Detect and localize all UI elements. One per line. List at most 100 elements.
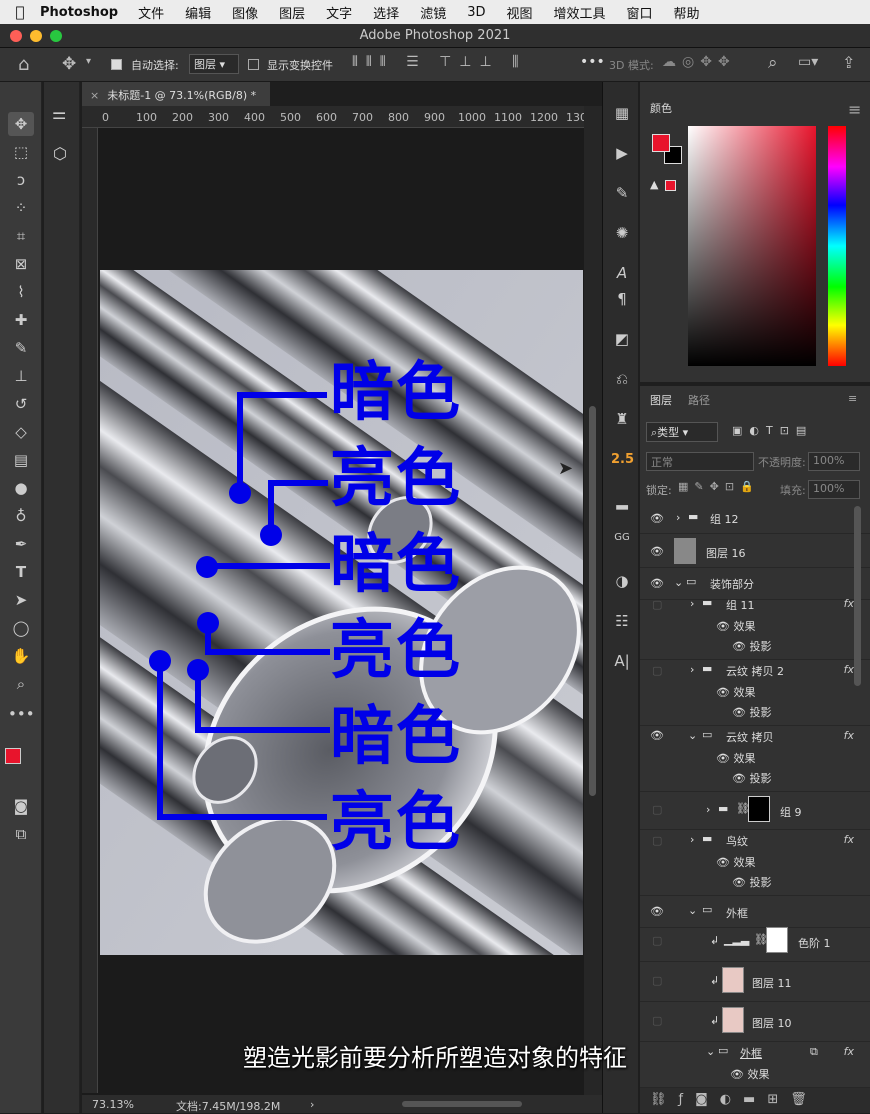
disclosure-icon[interactable]: › [690, 597, 694, 610]
visibility-box[interactable]: ▢ [652, 598, 662, 611]
disclosure-icon[interactable]: › [690, 663, 694, 676]
visibility-box[interactable]: ▢ [652, 834, 662, 847]
auto-select-dropdown[interactable]: 图层 ▾ [189, 54, 239, 74]
align-icons[interactable]: ⫴⫴⫴ ☰ ⊤⊥⊥ ⫼ [352, 54, 527, 70]
gamut-warning-icon[interactable]: ▲ [650, 178, 658, 191]
gamut-warning-swatch[interactable] [665, 180, 676, 191]
menu-filter[interactable]: 滤镜 [420, 3, 446, 22]
quick-mask-icon[interactable]: ◙ [8, 794, 34, 818]
disclosure-icon[interactable]: › [676, 511, 680, 524]
hue-slider[interactable] [828, 126, 846, 366]
layer-filter-dropdown[interactable]: ⌕类型 ▾ [646, 422, 718, 442]
visibility-eye-icon[interactable]: 👁 [650, 512, 664, 525]
lock-icons[interactable]: ▦✎✥⊡🔒 [678, 480, 760, 493]
frame-tool-icon[interactable]: ⊠ [8, 252, 34, 276]
zoom-level[interactable]: 73.13% [92, 1098, 134, 1111]
fx-badge[interactable]: fx [844, 663, 854, 676]
foreground-color-swatch[interactable] [5, 748, 21, 764]
menu-file[interactable]: 文件 [138, 3, 164, 22]
workspace-icon[interactable]: ▭▾ [798, 54, 818, 70]
disclosure-icon[interactable]: ⌄ [688, 904, 697, 917]
menu-type[interactable]: 文字 [326, 3, 352, 22]
layers-tab[interactable]: 图层 [650, 392, 672, 408]
eyedropper-tool-icon[interactable]: ⌇ [8, 280, 34, 304]
history-icon[interactable]: ⎌ [611, 370, 633, 392]
move-tool-icon[interactable]: ✥ [8, 112, 34, 136]
disclosure-icon[interactable]: › [706, 803, 710, 816]
menu-edit[interactable]: 编辑 [185, 3, 211, 22]
panel-menu-icon[interactable]: ≡ [848, 392, 857, 405]
visibility-eye-icon[interactable]: 👁 [650, 577, 664, 590]
move-tool-icon[interactable]: ✥ [62, 54, 76, 74]
properties-icon[interactable]: ⚌ [52, 104, 66, 123]
character-icon[interactable]: A [611, 264, 633, 286]
3d-tools-icons[interactable]: ☁◎✥✥ [662, 54, 736, 70]
fx-badge[interactable]: fx [844, 597, 854, 610]
chevron-down-icon[interactable]: ▾ [86, 56, 91, 67]
layer-row[interactable]: ▢ › ▬ 鸟纹 fx 👁 效果 👁 投影 [640, 830, 870, 896]
menu-select[interactable]: 选择 [373, 3, 399, 22]
brush-settings-icon[interactable]: ✎ [611, 184, 633, 206]
layer-row[interactable]: 👁 图层 16 [640, 534, 870, 568]
quick-select-tool-icon[interactable]: ⁘ [8, 196, 34, 220]
chevron-right-icon[interactable]: › [310, 1098, 314, 1111]
crop-tool-icon[interactable]: ⌗ [8, 224, 34, 248]
menu-plugins[interactable]: 增效工具 [554, 3, 606, 22]
layer-row[interactable]: ▢ › ▬ 云纹 拷贝 2 fx 👁 效果 👁 投影 [640, 660, 870, 726]
opacity-field[interactable]: 100% [808, 452, 860, 471]
filter-icons[interactable]: ▣◐T⊡▤ [732, 424, 813, 437]
visibility-box[interactable]: ▢ [652, 1014, 662, 1027]
show-transform-checkbox[interactable] [248, 57, 259, 70]
pen-tool-icon[interactable]: ✒ [8, 532, 34, 556]
play-icon[interactable]: ▶ [611, 144, 633, 166]
layer-row[interactable]: ▢ › ▬ ⛓ 组 9 [640, 792, 870, 830]
healing-tool-icon[interactable]: ✚ [8, 308, 34, 332]
hand-tool-icon[interactable]: ✋ [8, 644, 34, 668]
layer-row[interactable]: 👁 › ▬ 组 12 [640, 502, 870, 534]
fx-badge[interactable]: fx [844, 833, 854, 846]
visibility-eye-icon[interactable]: 👁 [650, 905, 664, 918]
zoom-tool-icon[interactable]: ⌕ [8, 672, 34, 696]
castle-icon[interactable]: ♜ [611, 410, 633, 432]
auto-select-checkbox[interactable] [111, 57, 122, 70]
color-tab[interactable]: 颜色 [650, 100, 672, 116]
share-icon[interactable]: ⇪ [842, 53, 855, 72]
visibility-eye-icon[interactable]: 👁 [650, 545, 664, 558]
panel-menu-icon[interactable]: ≡ [848, 100, 861, 119]
history-brush-icon[interactable]: ↺ [8, 392, 34, 416]
menu-view[interactable]: 视图 [506, 3, 532, 22]
visibility-box[interactable]: ▢ [652, 664, 662, 677]
sliders-icon[interactable]: ☷ [611, 612, 633, 634]
brush-tool-icon[interactable]: ✎ [8, 336, 34, 360]
visibility-eye-icon[interactable]: 👁 [650, 729, 664, 742]
layers-scroll-thumb[interactable] [854, 506, 861, 686]
disclosure-icon[interactable]: ⌄ [688, 729, 697, 742]
value-badge[interactable]: 2.5 [611, 452, 634, 474]
menu-3d[interactable]: 3D [467, 5, 485, 20]
fx-badge[interactable]: fx [844, 729, 854, 742]
apple-icon[interactable]:  [0, 3, 40, 21]
more-tools-icon[interactable]: ••• [8, 702, 35, 726]
lasso-tool-icon[interactable]: ↄ [8, 168, 34, 192]
color-field[interactable] [688, 126, 816, 366]
menu-window[interactable]: 窗口 [627, 3, 653, 22]
gg-icon[interactable]: GG [611, 532, 633, 554]
visibility-box[interactable]: ▢ [652, 934, 662, 947]
layer-row[interactable]: ▢ ↲ 图层 11 [640, 962, 870, 1002]
layer-row[interactable]: ▢ ↲ ▁▂▃ ⛓ 色阶 1 [640, 922, 870, 962]
eraser-tool-icon[interactable]: ◇ [8, 420, 34, 444]
layer-row[interactable]: 👁 ⌄ ▭ 云纹 拷贝 fx 👁 效果 👁 投影 [640, 726, 870, 792]
marquee-tool-icon[interactable]: ⬚ [8, 140, 34, 164]
search-icon[interactable]: ⌕ [768, 53, 778, 73]
menu-help[interactable]: 帮助 [674, 3, 700, 22]
layer-row[interactable]: ▢ › ▬ 组 11 fx 👁 效果 👁 投影 [640, 594, 870, 660]
adjustments-icon[interactable]: ◑ [611, 572, 633, 594]
paragraph-icon[interactable]: ¶ [611, 290, 633, 312]
visibility-box[interactable]: ▢ [652, 974, 662, 987]
3d-cube-icon[interactable]: ⬡ [53, 144, 67, 163]
blur-tool-icon[interactable]: ● [8, 476, 34, 500]
menu-image[interactable]: 图像 [232, 3, 258, 22]
disclosure-icon[interactable]: › [690, 833, 694, 846]
visibility-box[interactable]: ▢ [652, 803, 662, 816]
type-tool-icon[interactable]: T [8, 560, 34, 584]
